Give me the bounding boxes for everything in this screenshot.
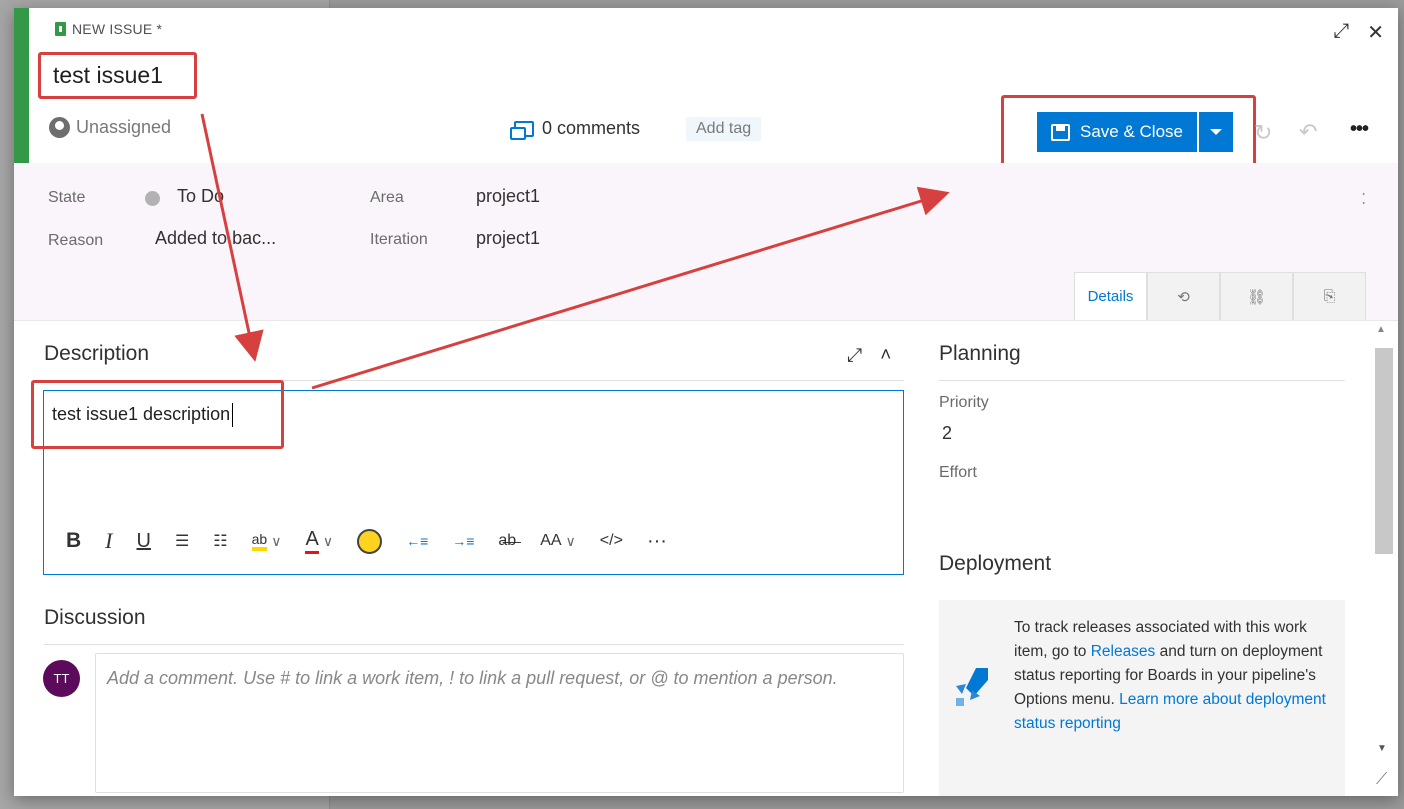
comments-count: 0 comments [542,118,641,138]
releases-link[interactable]: Releases [1091,643,1156,660]
issue-icon [55,22,66,36]
issue-color-bar [14,8,29,163]
link-icon[interactable]: ⛓ [1220,272,1293,320]
state-label: State [48,189,86,206]
state-indicator [145,191,160,206]
more-actions-icon[interactable]: ••• [1350,118,1369,141]
more-formatting-icon[interactable]: ··· [647,530,667,553]
emoji-icon[interactable] [357,528,383,554]
area-field[interactable]: project1 [476,186,540,207]
tab-details[interactable]: Details [1074,272,1147,320]
work-item-tabs: Details ⟲ ⛓ ⎘ [1074,272,1366,320]
iteration-field[interactable]: project1 [476,228,540,249]
expand-icon[interactable]: ⤢ [1333,20,1349,45]
attachment-icon[interactable]: ⎘ [1293,272,1366,320]
deployment-title: Deployment [939,552,1052,575]
window-controls: ⤢ ✕ [1333,20,1384,45]
underline-icon[interactable]: U [137,530,151,553]
increase-indent-icon[interactable]: →≡ [452,533,474,549]
work-item-type-label: NEW ISSUE * [72,21,163,37]
scroll-up-icon[interactable]: ▲ [1376,324,1386,335]
strikethrough-icon[interactable]: a̶b̶ [498,532,516,550]
resize-handle-icon[interactable]: ⟋ [1376,771,1387,789]
priority-label: Priority [939,394,989,411]
highlight-icon[interactable]: ab ∨ [251,531,282,551]
code-icon[interactable]: </> [600,532,623,550]
iteration-label: Iteration [370,231,428,248]
comment-placeholder: Add a comment. Use # to link a work item… [107,668,838,688]
editor-toolbar: B I U ☰ ☷ ab ∨ A ∨ ←≡ →≡ a̶b̶ AA ∨ </> ··· [66,528,691,554]
expand-editor-icon[interactable]: ⤢ [847,345,862,367]
work-item-type: NEW ISSUE * [55,21,162,37]
effort-label: Effort [939,464,977,481]
close-icon[interactable]: ✕ [1367,20,1384,45]
description-tools: ⤢ ˄ [847,345,891,367]
annotation-description-highlight [31,380,284,449]
undo-icon[interactable]: ↶ [1299,119,1317,145]
planning-divider [939,380,1345,381]
history-icon[interactable]: ⟲ [1147,272,1220,320]
title-field[interactable]: test issue1 [38,52,197,99]
discussion-divider [44,644,904,645]
comment-icon [510,120,534,140]
priority-field[interactable]: 2 [942,423,952,444]
reason-field[interactable]: Added to bac... [155,228,276,249]
font-size-icon[interactable]: AA ∨ [540,532,576,550]
scroll-down-icon[interactable]: ▼ [1377,743,1387,754]
planning-title: Planning [939,342,1021,365]
assigned-to[interactable]: Unassigned [49,117,171,138]
chevron-down-icon: ∨ [322,532,334,549]
italic-icon[interactable]: I [105,528,112,554]
add-tag-button[interactable]: Add tag [686,117,762,141]
bullet-list-icon[interactable]: ☰ [175,531,189,551]
state-field[interactable]: To Do [177,186,224,207]
bold-icon[interactable]: B [66,529,81,553]
collapse-icon[interactable]: ˄ [880,345,891,367]
work-item-dialog: NEW ISSUE * ⤢ ✕ test issue1 Unassigned 0… [14,8,1398,796]
comments-link[interactable]: 0 comments [510,118,641,140]
font-color-icon[interactable]: A ∨ [305,528,333,554]
discussion-title: Discussion [44,606,146,629]
refresh-icon[interactable]: ↻ [1254,120,1272,146]
rocket-icon [956,668,988,706]
deployment-message: To track releases associated with this w… [1014,616,1336,736]
scrollbar-thumb[interactable] [1375,348,1393,554]
description-title: Description [44,342,150,365]
numbered-list-icon[interactable]: ☷ [213,531,227,551]
user-placeholder-icon [49,117,70,138]
fields-more-icon[interactable]: ⁚ [1361,190,1366,208]
area-label: Area [370,189,404,206]
decrease-indent-icon[interactable]: ←≡ [406,533,428,549]
reason-label: Reason [48,232,104,249]
assigned-to-label: Unassigned [76,117,172,137]
avatar: TT [43,660,80,697]
chevron-down-icon: ∨ [565,532,576,549]
chevron-down-icon: ∨ [271,532,282,549]
